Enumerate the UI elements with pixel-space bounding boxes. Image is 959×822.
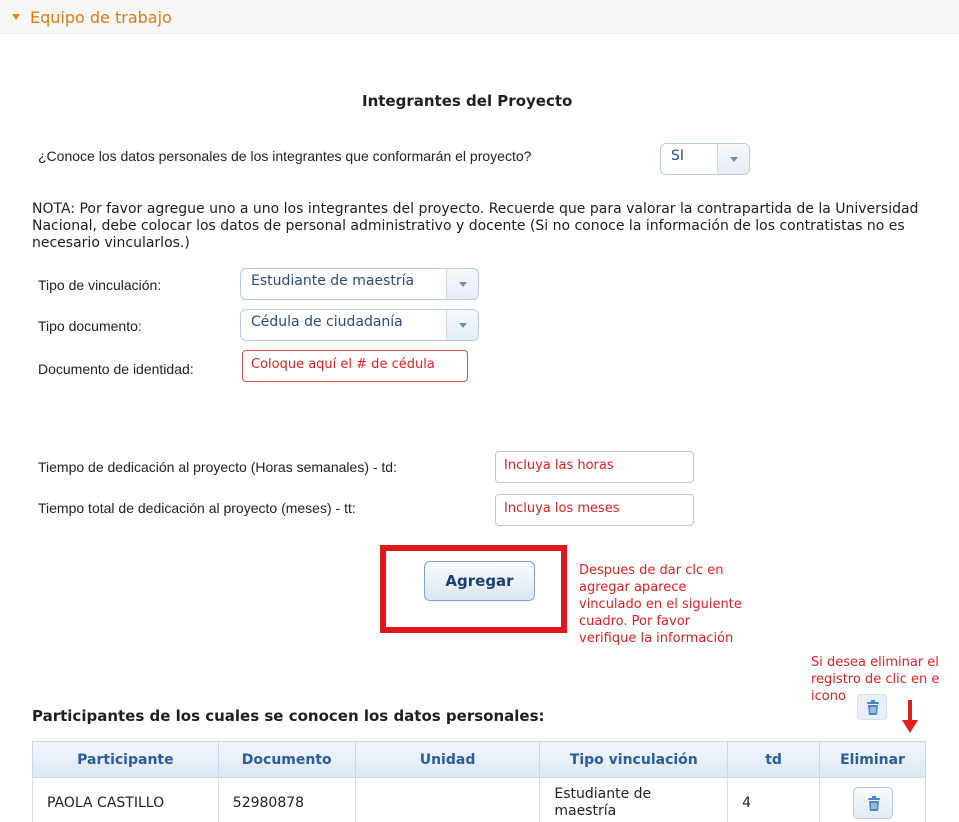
caret-down-icon	[12, 14, 20, 20]
delete-button[interactable]	[852, 786, 893, 819]
participants-title: Participantes de los cuales se conocen l…	[32, 707, 545, 725]
conoce-datos-value: SI	[671, 148, 685, 164]
table-row: PAOLA CASTILLO 52980878 Estudiante de ma…	[32, 777, 926, 822]
note-text: NOTA: Por favor agregue uno a uno los in…	[32, 201, 919, 251]
tt-label: Tiempo total de dedicación al proyecto (…	[38, 500, 356, 516]
annotation-line: verifique la información	[579, 631, 734, 646]
column-header[interactable]: Documento	[217, 741, 356, 778]
annotation-line: vinculado en el siguiente	[579, 597, 742, 612]
tipo-vinculacion-select[interactable]: Estudiante de maestría	[240, 268, 479, 300]
red-arrow-down-icon	[902, 700, 918, 733]
section-title: Equipo de trabajo	[30, 8, 172, 27]
column-header[interactable]: Participante	[32, 741, 219, 778]
trash-icon	[867, 795, 880, 811]
tipo-vinculacion-label: Tipo de vinculación:	[38, 277, 162, 293]
annotation-line: agregar aparece	[579, 580, 687, 595]
question-text: ¿Conoce los datos personales de los inte…	[38, 148, 532, 164]
participants-table: Participante Documento Unidad Tipo vincu…	[32, 741, 926, 822]
section-header[interactable]: Equipo de trabajo	[0, 0, 959, 34]
documento-cell: 52980878	[217, 777, 356, 822]
chevron-down-icon[interactable]	[446, 310, 478, 340]
tipo-documento-select[interactable]: Cédula de ciudadanía	[240, 309, 479, 341]
annotation-line: registro de clic en e	[811, 672, 940, 687]
documento-input[interactable]: Coloque aquí el # de cédula	[242, 350, 468, 382]
trash-icon	[857, 694, 887, 720]
annotation-after-add: Despues de dar clc en agregar aparece vi…	[579, 562, 742, 647]
chevron-down-icon[interactable]	[446, 269, 478, 299]
tipo-documento-label: Tipo documento:	[38, 318, 142, 334]
td-cell: 4	[727, 777, 821, 822]
td-input[interactable]: Incluya las horas	[495, 451, 694, 483]
column-header[interactable]: Unidad	[354, 741, 541, 778]
page-heading: Integrantes del Proyecto	[362, 92, 573, 110]
unidad-cell	[354, 777, 541, 822]
eliminar-cell	[819, 777, 926, 822]
annotation-line: cuadro. Por favor	[579, 614, 690, 629]
column-header: Eliminar	[819, 741, 926, 778]
table-header-row: Participante Documento Unidad Tipo vincu…	[32, 741, 926, 778]
documento-label: Documento de identidad:	[38, 361, 194, 377]
tipo-vinculacion-cell: Estudiante de maestría	[539, 777, 729, 822]
td-label: Tiempo de dedicación al proyecto (Horas …	[38, 459, 397, 475]
agregar-button[interactable]: Agregar	[424, 561, 535, 601]
column-header[interactable]: Tipo vinculación	[539, 741, 729, 778]
participante-cell: PAOLA CASTILLO	[32, 777, 219, 822]
tipo-vinculacion-value: Estudiante de maestría	[251, 273, 415, 289]
conoce-datos-select[interactable]: SI	[660, 143, 750, 175]
column-header[interactable]: td	[727, 741, 821, 778]
tt-input[interactable]: Incluya los meses	[495, 494, 694, 526]
tipo-documento-value: Cédula de ciudadanía	[251, 314, 403, 330]
chevron-down-icon[interactable]	[717, 144, 749, 174]
annotation-line: Si desea eliminar el	[811, 655, 939, 670]
annotation-line: Despues de dar clc en	[579, 563, 724, 578]
